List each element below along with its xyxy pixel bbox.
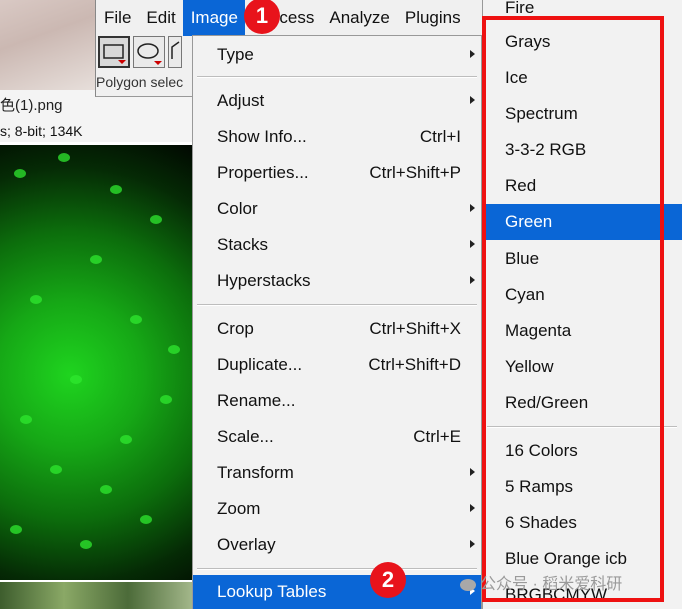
image-detail <box>10 525 22 534</box>
highlight-box <box>482 16 664 602</box>
submenu-arrow-icon <box>470 96 475 104</box>
image-detail <box>80 540 92 549</box>
fluorescence-image-canvas[interactable] <box>0 145 192 580</box>
watermark: 公众号 · 稻米爱科研 <box>460 570 622 594</box>
menu-item-scale[interactable]: Scale... Ctrl+E <box>193 420 481 454</box>
submenu-arrow-icon <box>470 504 475 512</box>
menu-item-label: Crop <box>217 319 254 338</box>
image-window-info: s; 8-bit; 134K <box>0 123 83 139</box>
background-image-lower <box>0 582 192 609</box>
menu-item-crop[interactable]: Crop Ctrl+Shift+X <box>193 312 481 346</box>
wechat-icon <box>460 578 476 591</box>
menu-separator <box>197 304 477 306</box>
image-detail <box>58 153 70 162</box>
menu-analyze[interactable]: Analyze <box>321 0 396 36</box>
menu-item-label: Color <box>217 199 258 218</box>
image-detail <box>110 185 122 194</box>
menu-item-label: Lookup Tables <box>217 582 327 601</box>
image-detail <box>14 169 26 178</box>
submenu-arrow-icon <box>470 468 475 476</box>
image-detail <box>30 295 42 304</box>
step-2-badge: 2 <box>370 562 406 598</box>
menu-item-shortcut: Ctrl+Shift+X <box>369 319 461 338</box>
menu-item-label: Scale... <box>217 427 274 446</box>
menu-item-adjust[interactable]: Adjust <box>193 84 481 118</box>
menu-item-lookup-tables[interactable]: Lookup Tables <box>193 575 481 609</box>
menu-plugins[interactable]: Plugins <box>397 0 468 36</box>
menu-separator <box>197 568 477 570</box>
tool-row <box>96 36 182 70</box>
menu-item-label: Transform <box>217 463 294 482</box>
menu-item-transform[interactable]: Transform <box>193 456 481 490</box>
background-image-thumbnail <box>0 0 97 90</box>
menu-item-label: Duplicate... <box>217 355 303 374</box>
menu-edit[interactable]: Edit <box>138 0 182 36</box>
menu-item-rename[interactable]: Rename... <box>193 384 481 418</box>
menu-separator <box>197 76 477 78</box>
menu-item-shortcut: Ctrl+E <box>413 427 461 446</box>
image-menu-dropdown: Type Adjust Show Info... Ctrl+I Properti… <box>192 35 482 609</box>
tool-menu-indicator <box>154 61 162 65</box>
image-detail <box>70 375 82 384</box>
menu-item-label: Overlay <box>217 535 276 554</box>
menu-item-label: Rename... <box>217 391 296 410</box>
menu-item-label: Properties... <box>217 163 309 182</box>
polygon-tool-button[interactable] <box>168 36 182 68</box>
menu-item-stacks[interactable]: Stacks <box>193 228 481 262</box>
tool-menu-indicator <box>118 60 126 64</box>
image-detail <box>90 255 102 264</box>
menu-image[interactable]: Image <box>182 0 245 36</box>
image-detail <box>20 415 32 424</box>
menu-item-label: Zoom <box>217 499 261 518</box>
watermark-text: 公众号 · 稻米爱科研 <box>480 576 623 593</box>
menu-item-label: Type <box>217 45 254 64</box>
submenu-arrow-icon <box>470 204 475 212</box>
menu-file[interactable]: File <box>96 0 138 36</box>
menu-item-label: Stacks <box>217 235 269 254</box>
menu-item-show-info[interactable]: Show Info... Ctrl+I <box>193 120 481 154</box>
submenu-arrow-icon <box>470 276 475 284</box>
oval-tool-button[interactable] <box>133 36 165 68</box>
menu-item-label: Adjust <box>217 91 265 110</box>
tool-status-text: Polygon selec <box>96 74 184 90</box>
submenu-arrow-icon <box>470 240 475 248</box>
menu-item-type[interactable]: Type <box>193 38 481 72</box>
polygon-icon <box>171 41 180 59</box>
rectangle-tool-button[interactable] <box>98 36 130 68</box>
image-detail <box>160 395 172 404</box>
menu-item-properties[interactable]: Properties... Ctrl+Shift+P <box>193 156 481 190</box>
image-detail <box>120 435 132 444</box>
submenu-arrow-icon <box>470 50 475 58</box>
image-detail <box>50 465 62 474</box>
image-window-title: 色(1).png <box>0 97 63 114</box>
menu-item-duplicate[interactable]: Duplicate... Ctrl+Shift+D <box>193 348 481 382</box>
menu-item-overlay[interactable]: Overlay <box>193 528 481 562</box>
image-detail <box>140 515 152 524</box>
image-detail <box>100 485 112 494</box>
menu-item-shortcut: Ctrl+Shift+P <box>369 163 461 182</box>
menu-item-hyperstacks[interactable]: Hyperstacks <box>193 264 481 298</box>
menu-item-shortcut: Ctrl+I <box>419 127 461 146</box>
menu-item-label: Show Info... <box>217 127 307 146</box>
image-detail <box>150 215 162 224</box>
menu-bar: File Edit Image Process Analyze Plugins <box>96 0 516 36</box>
image-detail <box>168 345 180 354</box>
menu-item-color[interactable]: Color <box>193 192 481 226</box>
submenu-arrow-icon <box>470 540 475 548</box>
menu-item-label: Hyperstacks <box>217 271 311 290</box>
image-detail <box>130 315 142 324</box>
menu-item-zoom[interactable]: Zoom <box>193 492 481 526</box>
menu-item-shortcut: Ctrl+Shift+D <box>368 355 461 374</box>
